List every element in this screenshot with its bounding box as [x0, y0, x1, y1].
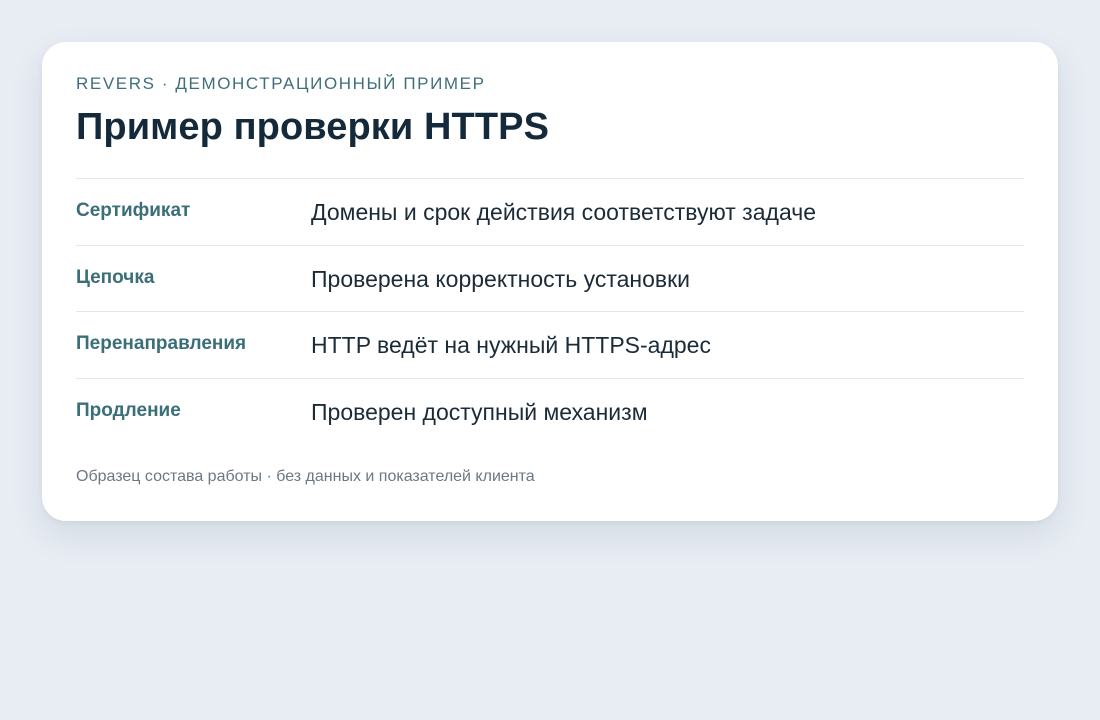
check-value-chain: Проверена корректность установки [311, 265, 691, 292]
page-title: Пример проверки HTTPS [76, 106, 550, 148]
card-footnote: Образец состава работы · без данных и по… [76, 468, 535, 485]
check-value-renewal: Проверен доступный механизм [311, 399, 648, 426]
card-eyebrow: REVERS · ДЕМОНСТРАЦИОННЫЙ ПРИМЕР [76, 74, 486, 93]
check-label-chain: Цепочка [76, 266, 155, 288]
check-row-renewal: Продление Проверен доступный механизм [76, 378, 1024, 445]
check-label-certificate: Сертификат [76, 200, 191, 221]
check-value-certificate: Домены и срок действия соответствуют зад… [311, 199, 817, 225]
check-row-chain: Цепочка Проверена корректность установки [76, 244, 1024, 312]
check-list: Сертификат Домены и срок действия соотве… [76, 178, 1024, 445]
check-label-renewal: Продление [76, 400, 181, 422]
check-value-redirects: HTTP ведёт на нужный HTTPS-адрес [311, 332, 711, 359]
https-check-card: REVERS · ДЕМОНСТРАЦИОННЫЙ ПРИМЕР Пример … [42, 42, 1058, 521]
check-row-certificate: Сертификат Домены и срок действия соотве… [76, 178, 1024, 245]
check-row-redirects: Перенаправления HTTP ведёт на нужный HTT… [76, 311, 1024, 378]
check-label-redirects: Перенаправления [76, 333, 247, 355]
